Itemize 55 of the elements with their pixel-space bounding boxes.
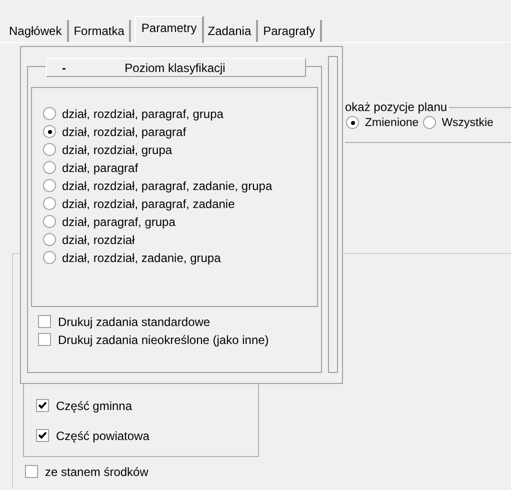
radio-button-icon[interactable] <box>43 197 56 210</box>
radio-button-icon[interactable] <box>43 215 56 228</box>
radio-option[interactable]: dział, rozdział, zadanie, grupa <box>43 249 317 266</box>
option-label: dział, rozdział, paragraf, zadanie, grupa <box>62 178 272 192</box>
option-label: dział, paragraf, grupa <box>62 214 176 228</box>
option-label: dział, rozdział, paragraf <box>62 124 186 138</box>
radio-button-icon[interactable] <box>43 125 56 138</box>
radio-option[interactable]: dział, rozdział, paragraf, zadanie <box>43 195 317 212</box>
checkbox-icon[interactable] <box>38 333 51 346</box>
option-label: Część powiatowa <box>56 428 150 442</box>
checkbox-option[interactable]: ze stanem środków <box>25 463 511 480</box>
radio-button-icon[interactable] <box>422 116 436 129</box>
checkbox-option[interactable]: Drukuj zadania nieokreślone (jako inne) <box>38 331 318 348</box>
option-label: ze stanem środków <box>45 464 148 478</box>
radio-option[interactable]: dział, rozdział, paragraf <box>43 123 317 140</box>
checkbox-option[interactable]: Część powiatowa <box>36 427 258 444</box>
checkbox-icon[interactable] <box>36 429 49 442</box>
collapse-header-button[interactable]: - Poziom klasyfikacji <box>46 58 306 77</box>
checkbox-icon[interactable] <box>36 399 49 412</box>
radio-button-icon[interactable] <box>43 143 56 156</box>
option-label: Zmienione <box>365 116 419 128</box>
radio-option[interactable]: dział, rozdział, paragraf, grupa <box>43 105 317 122</box>
radio-button-icon[interactable] <box>43 251 56 264</box>
radio-option[interactable]: Wszystkie <box>422 114 494 131</box>
checkbox-icon[interactable] <box>25 465 38 478</box>
checkbox-option[interactable]: Część gminna <box>36 397 258 414</box>
checkbox-icon[interactable] <box>38 315 51 328</box>
radio-button-icon[interactable] <box>43 107 56 120</box>
header-title: Poziom klasyfikacji <box>124 60 226 74</box>
option-label: dział, rozdział <box>62 232 135 246</box>
option-label: dział, rozdział, zadanie, grupa <box>62 250 221 264</box>
scrollbar[interactable] <box>328 56 338 373</box>
radio-option[interactable]: dział, rozdział, grupa <box>43 141 317 158</box>
radio-option[interactable]: dział, rozdział <box>43 231 317 248</box>
radio-option[interactable]: Zmienione <box>346 114 419 131</box>
option-label: dział, rozdział, paragraf, grupa <box>62 106 224 120</box>
tab[interactable]: Formatka <box>68 20 132 42</box>
option-label: Drukuj zadania nieokreślone (jako inne) <box>58 332 269 346</box>
option-label: dział, rozdział, paragraf, zadanie <box>62 196 235 210</box>
radio-option[interactable]: dział, paragraf, grupa <box>43 213 317 230</box>
radio-button-icon[interactable] <box>346 116 359 129</box>
option-label: Drukuj zadania standardowe <box>58 314 210 328</box>
option-label: dział, rozdział, grupa <box>62 142 172 156</box>
option-label: dział, paragraf <box>62 160 138 174</box>
radio-option[interactable]: dział, paragraf <box>43 159 317 176</box>
radio-option[interactable]: dział, rozdział, paragraf, zadanie, grupa <box>43 177 317 194</box>
option-label: Część gminna <box>56 398 132 412</box>
option-label: Wszystkie <box>442 116 494 128</box>
tab[interactable]: Parametry <box>135 16 204 43</box>
group-title: okaż pozycje planu <box>345 100 450 114</box>
radio-button-icon[interactable] <box>43 161 56 174</box>
collapse-toggle[interactable]: - <box>55 60 73 74</box>
radio-button-icon[interactable] <box>43 179 56 192</box>
radio-button-icon[interactable] <box>43 233 56 246</box>
checkbox-option[interactable]: Drukuj zadania standardowe <box>38 313 318 330</box>
